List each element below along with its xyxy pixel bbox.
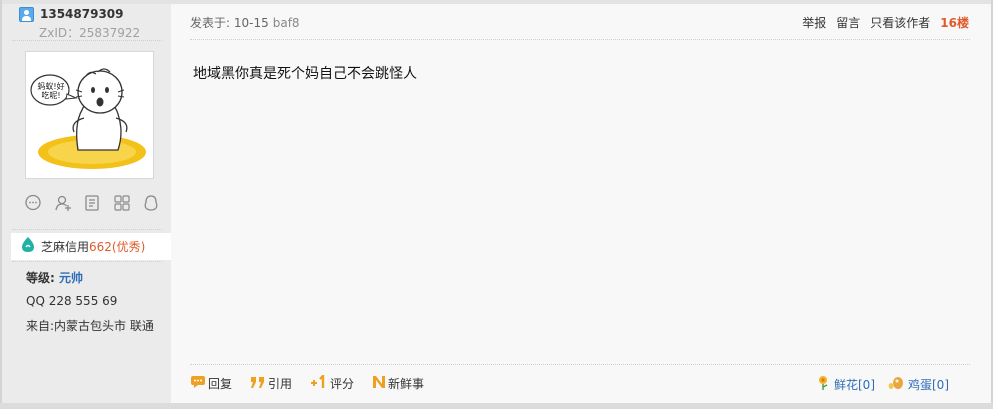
message-icon[interactable] [24,194,42,212]
username-link[interactable]: 1354879309 [40,7,124,21]
penguin-icon[interactable] [142,194,160,212]
level-value[interactable]: 元帅 [59,271,83,285]
rate-button[interactable]: 评分 [310,373,355,392]
news-label: 新鲜事 [388,377,425,391]
quote-button[interactable]: 引用 [250,375,292,392]
quote-icon [250,375,266,392]
flower-label: 鲜花[0] [834,378,875,392]
publish-time: 发表于: 10-15 [190,16,269,30]
post-meta: 发表于: 10-15 baf8 [190,14,300,31]
flower-button[interactable]: 鲜花[0] [817,375,875,394]
reply-icon [190,375,206,392]
quote-label: 引用 [268,377,293,391]
zxid-label: ZxID：25837922 [39,26,141,40]
report-link[interactable]: 举报 [802,14,826,31]
post-actions: 举报 留言 只看该作者 16楼 [792,14,969,31]
plus-one-icon [310,373,328,392]
egg-icon [887,375,905,394]
level-label: 等级: [26,271,55,285]
zhima-credit-icon [21,236,35,257]
avatar-speech-text: 蚂蚁!好吃呢! [37,82,65,100]
location-info: 来自:内蒙古包头市 联通 [26,319,154,333]
only-author-link[interactable]: 只看该作者 [870,14,930,31]
qq-info: QQ 228 555 69 [26,294,118,308]
divider [190,364,970,365]
bottom-divider [0,403,993,409]
user-sidebar: 1354879309 ZxID：25837922 蚂蚁!好吃呢! 芝麻信用662… [2,4,171,403]
credit-score: 662(优秀) [89,240,146,254]
user-name-row: 1354879309 [19,6,124,22]
document-icon[interactable] [83,194,101,212]
divider [190,39,970,40]
credit-label: 芝麻信用 [41,240,90,254]
rate-label: 评分 [330,377,355,391]
credit-badge[interactable]: 芝麻信用662(优秀) [11,233,171,260]
floor-number: 16楼 [940,16,969,30]
post-gifts: 鲜花[0] 鸡蛋[0] [805,375,949,394]
divider [12,229,162,230]
reply-label: 回复 [208,377,233,391]
add-friend-icon[interactable] [54,194,72,212]
user-hash: baf8 [272,16,300,30]
divider [12,40,162,41]
egg-label: 鸡蛋[0] [908,378,949,392]
divider [12,261,162,262]
level-row: 等级: 元帅 [26,269,83,286]
user-actions [24,193,160,213]
apps-icon[interactable] [113,194,131,212]
post-content: 地域黑你真是死个妈自己不会跳怪人 [193,66,417,82]
reply-button[interactable]: 回复 [190,375,232,392]
forum-post: 1354879309 ZxID：25837922 蚂蚁!好吃呢! 芝麻信用662… [0,0,993,409]
comment-link[interactable]: 留言 [836,14,860,31]
egg-button[interactable]: 鸡蛋[0] [887,375,949,394]
post-body: 发表于: 10-15 baf8 举报 留言 只看该作者 16楼 地域黑你真是死个妈… [171,4,991,403]
flower-icon [817,375,831,394]
news-button[interactable]: 新鲜事 [372,375,424,392]
news-icon [372,375,386,392]
avatar[interactable]: 蚂蚁!好吃呢! [25,51,154,179]
post-footer-actions: 回复 引用 评分 新鲜事 [190,373,442,392]
user-icon [19,6,34,22]
